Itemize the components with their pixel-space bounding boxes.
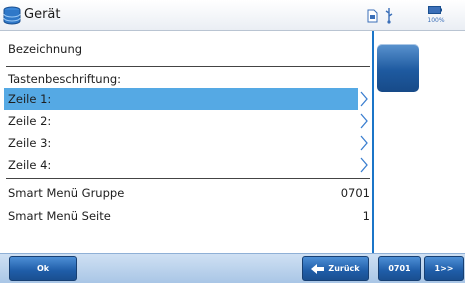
list-item-zeile-4[interactable]: Zeile 4: (4, 154, 358, 176)
divider (6, 66, 370, 67)
group-button-label: 0701 (388, 264, 411, 273)
divider (6, 178, 370, 179)
tastenbeschriftung-label: Tastenbeschriftung: (8, 72, 122, 86)
back-arrow-icon (311, 263, 325, 274)
title-bar: Gerät 100% (0, 0, 465, 31)
window-title: Gerät (24, 7, 61, 22)
battery-percent: 100% (427, 17, 445, 24)
battery-icon (428, 6, 442, 14)
ok-button[interactable]: Ok (9, 256, 77, 281)
smart-menu-gruppe-label: Smart Menü Gruppe (8, 186, 125, 200)
list-item-zeile-3[interactable]: Zeile 3: (4, 132, 358, 154)
zeile-label: Zeile 1: (8, 92, 52, 106)
smart-menu-seite-label: Smart Menü Seite (8, 209, 111, 223)
chevron-right-icon[interactable] (360, 157, 368, 173)
list-item-zeile-2[interactable]: Zeile 2: (4, 110, 358, 132)
back-button-label: Zurück (328, 264, 360, 273)
sd-card-icon (367, 9, 378, 23)
group-button[interactable]: 0701 (378, 256, 421, 281)
tastenbeschriftung-heading: Tastenbeschriftung: (4, 71, 358, 87)
chevron-right-icon[interactable] (360, 113, 368, 129)
zeile-label: Zeile 4: (8, 158, 52, 172)
smart-menu-seite-value: 1 (362, 209, 370, 223)
smart-menu-gruppe-value: 0701 (340, 186, 370, 200)
usb-icon (385, 8, 393, 24)
smart-menu-gruppe-row[interactable]: Smart Menü Gruppe 0701 (4, 182, 370, 204)
scrollbar-thumb[interactable] (377, 44, 419, 92)
ok-button-label: Ok (36, 264, 50, 273)
smart-menu-seite-row[interactable]: Smart Menü Seite 1 (4, 205, 370, 227)
chevron-right-icon[interactable] (360, 135, 368, 151)
bezeichnung-field[interactable]: Bezeichnung (4, 38, 358, 60)
next-page-button-label: 1>> (434, 264, 454, 273)
bezeichnung-label: Bezeichnung (8, 42, 83, 56)
back-button[interactable]: Zurück (302, 256, 369, 281)
list-item-zeile-1[interactable]: Zeile 1: (4, 88, 358, 110)
chevron-right-icon[interactable] (360, 91, 368, 107)
zeile-label: Zeile 2: (8, 114, 52, 128)
zeile-label: Zeile 3: (8, 136, 52, 150)
next-page-button[interactable]: 1>> (424, 256, 464, 281)
database-icon (3, 6, 21, 25)
